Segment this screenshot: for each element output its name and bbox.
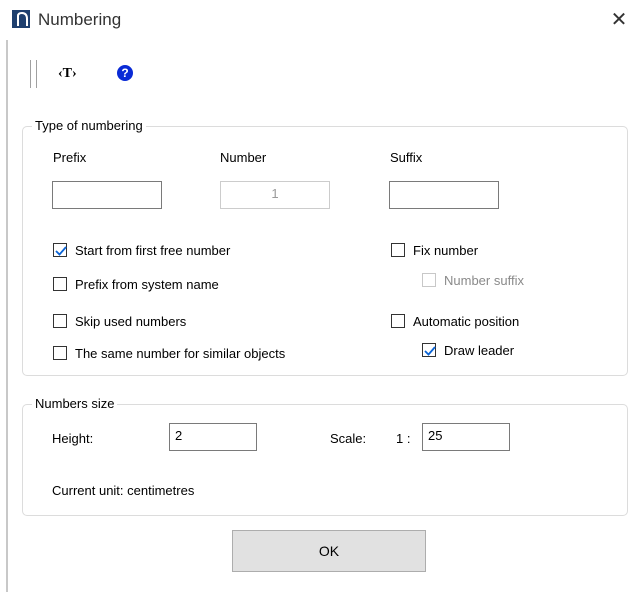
draw-leader-label: Draw leader — [444, 343, 515, 358]
checkbox-unchecked-icon[interactable] — [53, 346, 67, 360]
text-format-button[interactable]: ‹T› — [58, 66, 77, 82]
automatic-position-label: Automatic position — [413, 314, 520, 329]
window-left-edge — [6, 40, 8, 592]
scale-label: Scale: — [330, 431, 367, 446]
prefix-input[interactable] — [52, 181, 162, 209]
number-label: Number — [220, 150, 267, 165]
ok-button[interactable]: OK — [232, 530, 426, 572]
checkbox-unchecked-icon[interactable] — [391, 243, 405, 257]
suffix-label: Suffix — [390, 150, 423, 165]
number-input[interactable]: 1 — [220, 181, 330, 209]
start-from-first-free-label: Start from first free number — [75, 243, 231, 258]
checkbox-disabled-icon — [422, 273, 436, 287]
close-icon[interactable]: ✕ — [605, 6, 633, 34]
type-of-numbering-legend: Type of numbering — [32, 118, 146, 133]
height-input[interactable]: 2 — [169, 423, 257, 451]
toolbar-grip-icon[interactable] — [30, 60, 37, 88]
title-bar: Numbering ✕ — [0, 0, 639, 40]
numbers-size-legend: Numbers size — [32, 396, 118, 411]
window-title: Numbering — [38, 10, 122, 29]
checkbox-unchecked-icon[interactable] — [53, 277, 67, 291]
height-label: Height: — [52, 431, 94, 446]
current-unit-label: Current unit: centimetres — [52, 483, 195, 498]
checkbox-checked-icon[interactable] — [53, 243, 67, 257]
scale-input[interactable]: 25 — [422, 423, 510, 451]
fix-number-label: Fix number — [413, 243, 479, 258]
checkbox-unchecked-icon[interactable] — [53, 314, 67, 328]
prefix-from-system-name-label: Prefix from system name — [75, 277, 219, 292]
number-suffix-label: Number suffix — [444, 273, 524, 288]
help-icon[interactable]: ? — [117, 65, 133, 81]
numbers-size-group — [22, 404, 628, 516]
checkbox-unchecked-icon[interactable] — [391, 314, 405, 328]
app-icon — [12, 10, 30, 28]
prefix-label: Prefix — [53, 150, 87, 165]
checkbox-checked-icon[interactable] — [422, 343, 436, 357]
same-number-similar-objects-label: The same number for similar objects — [75, 346, 286, 361]
scale-ratio-label: 1 : — [396, 431, 411, 446]
suffix-input[interactable] — [389, 181, 499, 209]
skip-used-numbers-label: Skip used numbers — [75, 314, 187, 329]
